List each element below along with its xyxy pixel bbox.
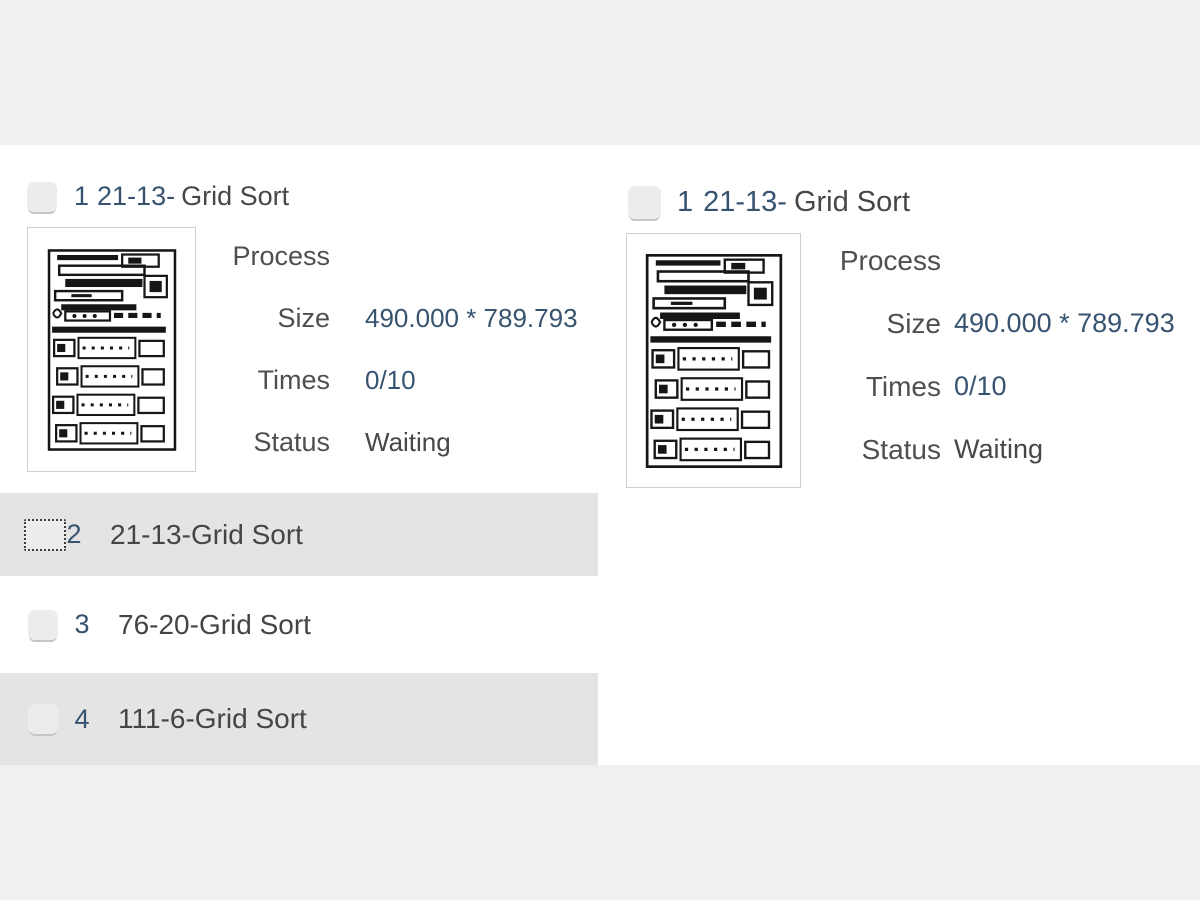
job-detail-fields: Process Size 490.000 * 789.793 Times 0/1… bbox=[604, 229, 1200, 481]
field-label: Status bbox=[0, 427, 330, 458]
field-value: Waiting bbox=[954, 434, 1043, 465]
job-index: 2 bbox=[62, 519, 86, 550]
job-code: 21-13- bbox=[97, 181, 175, 212]
job-1-checkbox[interactable] bbox=[27, 182, 57, 212]
field-label: Status bbox=[604, 434, 941, 466]
field-process: Process bbox=[0, 225, 604, 287]
job-item-1-header[interactable]: 1 21-13- Grid Sort bbox=[628, 186, 910, 219]
field-times: Times 0/10 bbox=[0, 349, 604, 411]
job-1-checkbox[interactable] bbox=[628, 186, 661, 219]
field-value: 0/10 bbox=[365, 365, 416, 396]
job-row-3[interactable]: 3 76-20-Grid Sort bbox=[0, 576, 598, 673]
job-index: 3 bbox=[70, 609, 94, 640]
job-detail-fields: Process Size 490.000 * 789.793 Times 0/1… bbox=[0, 225, 604, 473]
job-name: 21-13-Grid Sort bbox=[110, 519, 303, 551]
job-row-2[interactable]: 2 21-13-Grid Sort bbox=[0, 493, 598, 576]
field-value: 490.000 * 789.793 bbox=[365, 303, 578, 334]
field-times: Times 0/10 bbox=[604, 355, 1200, 418]
job-code: 21-13- bbox=[703, 186, 787, 219]
job-name: 76-20-Grid Sort bbox=[118, 609, 311, 641]
field-label: Times bbox=[0, 365, 330, 396]
field-label: Size bbox=[604, 308, 941, 340]
job-row-4[interactable]: 4 111-6-Grid Sort bbox=[0, 673, 598, 765]
field-process: Process bbox=[604, 229, 1200, 292]
field-status: Status Waiting bbox=[604, 418, 1200, 481]
job-detail-panel-zoomed: 1 21-13- Grid Sort Process Size 490.000 … bbox=[604, 145, 1200, 765]
job-index: 4 bbox=[70, 704, 94, 735]
field-value: 490.000 * 789.793 bbox=[954, 308, 1175, 339]
job-name: 111-6-Grid Sort bbox=[118, 703, 307, 735]
field-label: Process bbox=[0, 241, 330, 272]
field-value: 0/10 bbox=[954, 371, 1007, 402]
job-index: 1 bbox=[74, 181, 89, 212]
job-item-1-header[interactable]: 1 21-13- Grid Sort bbox=[27, 181, 289, 212]
field-size: Size 490.000 * 789.793 bbox=[0, 287, 604, 349]
field-status: Status Waiting bbox=[0, 411, 604, 473]
job-list-panel: 1 21-13- Grid Sort Process Size 490.000 … bbox=[0, 145, 604, 765]
field-size: Size 490.000 * 789.793 bbox=[604, 292, 1200, 355]
field-label: Process bbox=[604, 245, 941, 277]
job-2-checkbox-focused[interactable] bbox=[24, 519, 66, 551]
field-value: Waiting bbox=[365, 427, 451, 458]
job-name: Grid Sort bbox=[181, 181, 289, 212]
field-label: Times bbox=[604, 371, 941, 403]
field-label: Size bbox=[0, 303, 330, 334]
job-index: 1 bbox=[677, 186, 693, 219]
job-4-checkbox[interactable] bbox=[28, 704, 58, 734]
job-name: Grid Sort bbox=[794, 186, 910, 219]
job-3-checkbox[interactable] bbox=[28, 610, 58, 640]
